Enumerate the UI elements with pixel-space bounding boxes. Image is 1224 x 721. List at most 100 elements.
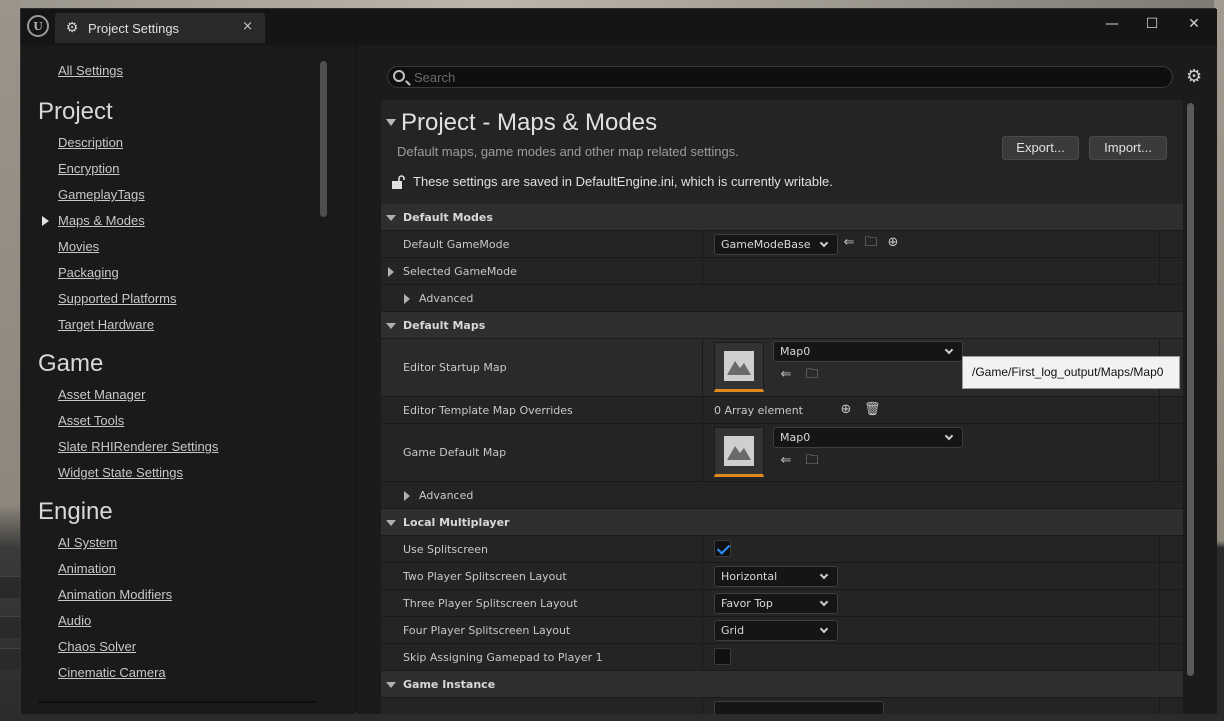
details-scrollbar[interactable]	[1187, 103, 1194, 676]
browse-asset-icon[interactable]: 🗀	[863, 235, 879, 251]
sidebar-item-slate-rhirenderer[interactable]: Slate RHIRenderer Settings	[58, 439, 218, 454]
settings-sidebar: All Settings Project Description Encrypt…	[21, 45, 355, 714]
category-label: Default Maps	[403, 319, 486, 332]
row-two-player-layout: Two Player Splitscreen Layout Horizontal	[381, 563, 1183, 590]
prop-label: Game Default Map	[403, 446, 507, 459]
unlocked-lock-icon	[392, 175, 405, 189]
row-advanced-modes[interactable]: Advanced	[381, 285, 1183, 312]
sidebar-item-animation[interactable]: Animation	[58, 561, 116, 576]
prop-label: Default GameMode	[403, 238, 510, 251]
prop-label: Skip Assigning Gamepad to Player 1	[403, 651, 603, 664]
mountain-icon	[727, 446, 751, 460]
tab-close-icon[interactable]: ×	[242, 19, 253, 34]
sidebar-item-asset-manager[interactable]: Asset Manager	[58, 387, 145, 402]
active-item-arrow-icon	[42, 216, 49, 226]
row-default-gamemode: Default GameMode GameModeBase ⇐ 🗀 ⊕	[381, 231, 1183, 258]
category-label: Default Modes	[403, 211, 493, 224]
sidebar-item-target-hardware[interactable]: Target Hardware	[58, 317, 154, 332]
prop-label: Editor Startup Map	[403, 361, 507, 374]
use-selected-icon[interactable]: ⇐	[778, 453, 794, 469]
expand-arrow-icon[interactable]	[404, 294, 410, 304]
sidebar-section-project: Project	[38, 98, 113, 125]
collapse-arrow-icon[interactable]	[386, 119, 396, 126]
category-default-maps[interactable]: Default Maps	[381, 312, 1183, 339]
close-button[interactable]: ✕	[1173, 13, 1215, 37]
category-default-modes[interactable]: Default Modes	[381, 204, 1183, 231]
sidebar-section-game: Game	[38, 350, 104, 377]
map-thumbnail[interactable]	[714, 427, 764, 477]
default-map-value: Map0	[780, 431, 811, 444]
sidebar-item-audio[interactable]: Audio	[58, 613, 91, 628]
startup-map-value: Map0	[780, 345, 811, 358]
prop-label: Three Player Splitscreen Layout	[403, 597, 578, 610]
export-button[interactable]: Export...	[1002, 136, 1079, 160]
row-game-default-map: Game Default Map Map0 ⇐ 🗀	[381, 424, 1183, 482]
settings-tab-icon: ⚙	[65, 20, 79, 36]
sidebar-item-widget-state[interactable]: Widget State Settings	[58, 465, 183, 480]
use-selected-icon[interactable]: ⇐	[778, 367, 794, 383]
browse-asset-icon[interactable]: 🗀	[804, 367, 820, 383]
sidebar-item-asset-tools[interactable]: Asset Tools	[58, 413, 124, 428]
sidebar-item-encryption[interactable]: Encryption	[58, 161, 119, 176]
add-new-icon[interactable]: ⊕	[885, 235, 901, 251]
category-label: Game Instance	[403, 678, 496, 691]
maximize-button[interactable]: ☐	[1131, 13, 1173, 37]
category-label: Local Multiplayer	[403, 516, 510, 529]
sidebar-all-settings[interactable]: All Settings	[58, 63, 123, 78]
minimize-button[interactable]: —	[1091, 13, 1133, 37]
category-arrow-icon	[386, 682, 396, 688]
select-value: Horizontal	[721, 570, 778, 583]
sidebar-item-packaging[interactable]: Packaging	[58, 265, 119, 280]
import-button[interactable]: Import...	[1089, 136, 1167, 160]
skip-gamepad-checkbox[interactable]	[714, 648, 731, 665]
row-use-splitscreen: Use Splitscreen	[381, 536, 1183, 563]
sidebar-item-maps-modes[interactable]: Maps & Modes	[58, 213, 145, 228]
use-selected-icon[interactable]: ⇐	[841, 235, 857, 251]
select-value: Favor Top	[721, 597, 773, 610]
search-box[interactable]	[387, 66, 1173, 88]
search-input[interactable]	[414, 68, 1154, 86]
tab-project-settings[interactable]: ⚙ Project Settings ×	[55, 13, 265, 43]
map-thumbnail[interactable]	[714, 342, 764, 392]
title-bar[interactable]: U ⚙ Project Settings × — ☐ ✕	[21, 9, 1217, 45]
sidebar-item-chaos-solver[interactable]: Chaos Solver	[58, 639, 136, 654]
three-player-layout-select[interactable]: Favor Top	[714, 593, 838, 614]
sidebar-item-movies[interactable]: Movies	[58, 239, 99, 254]
sidebar-item-gameplaytags[interactable]: GameplayTags	[58, 187, 145, 202]
four-player-layout-select[interactable]: Grid	[714, 620, 838, 641]
trash-icon[interactable]: 🗑	[864, 402, 881, 418]
sidebar-item-ai-system[interactable]: AI System	[58, 535, 117, 550]
row-selected-gamemode[interactable]: Selected GameMode	[381, 258, 1183, 285]
sidebar-scrollbar[interactable]	[320, 61, 327, 217]
prop-label: Editor Template Map Overrides	[403, 404, 573, 417]
browse-asset-icon[interactable]: 🗀	[804, 453, 820, 469]
startup-map-combo[interactable]: Map0	[773, 341, 963, 362]
sidebar-item-description[interactable]: Description	[58, 135, 123, 150]
expand-arrow-icon[interactable]	[388, 267, 394, 277]
sidebar-item-supported-platforms[interactable]: Supported Platforms	[58, 291, 177, 306]
two-player-layout-select[interactable]: Horizontal	[714, 566, 838, 587]
gear-icon[interactable]: ⚙	[1186, 66, 1202, 87]
default-map-combo[interactable]: Map0	[773, 427, 963, 448]
background-bottom	[0, 713, 1224, 721]
row-skip-gamepad: Skip Assigning Gamepad to Player 1	[381, 644, 1183, 671]
gamemode-value: GameModeBase	[721, 238, 811, 251]
use-splitscreen-checkbox[interactable]	[714, 540, 731, 557]
select-value: Grid	[721, 624, 745, 637]
prop-label: Two Player Splitscreen Layout	[403, 570, 567, 583]
mountain-icon	[727, 361, 751, 375]
category-game-instance[interactable]: Game Instance	[381, 671, 1183, 698]
prop-label: Four Player Splitscreen Layout	[403, 624, 571, 637]
game-instance-combo[interactable]	[714, 701, 884, 714]
expand-arrow-icon[interactable]	[404, 491, 410, 501]
add-element-icon[interactable]: ⊕	[838, 402, 854, 418]
category-arrow-icon	[386, 323, 396, 329]
gamemode-combo[interactable]: GameModeBase	[714, 234, 838, 255]
array-count: 0 Array element	[714, 404, 803, 417]
sidebar-item-animation-modifiers[interactable]: Animation Modifiers	[58, 587, 172, 602]
sidebar-item-cinematic-camera[interactable]: Cinematic Camera	[58, 665, 166, 680]
row-advanced-maps[interactable]: Advanced	[381, 482, 1183, 509]
sidebar-section-engine: Engine	[38, 498, 113, 525]
category-local-multiplayer[interactable]: Local Multiplayer	[381, 509, 1183, 536]
unreal-logo-icon: U	[27, 15, 49, 37]
